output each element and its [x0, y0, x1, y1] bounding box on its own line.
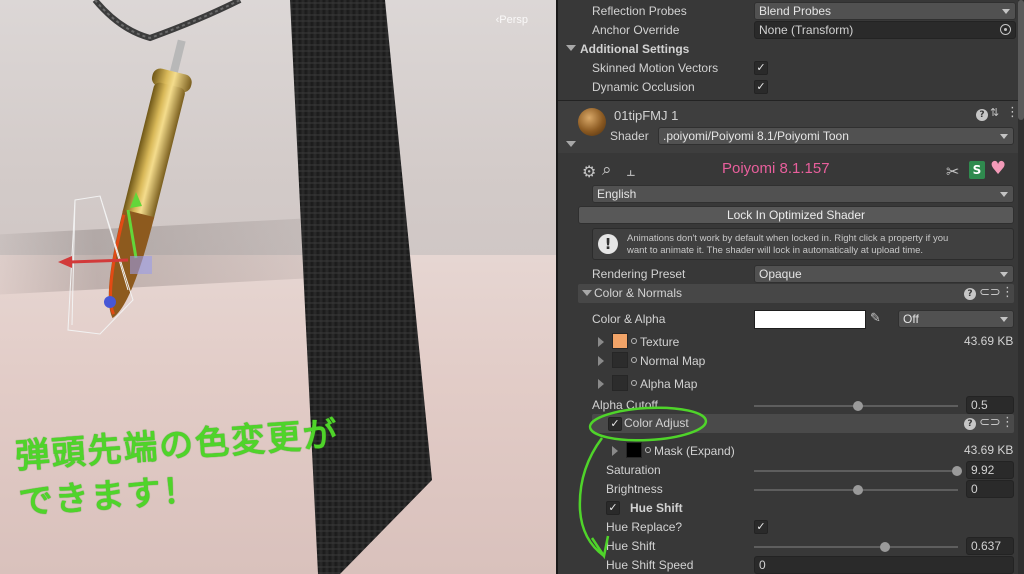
persp-label[interactable]: ‹Persp: [496, 14, 528, 26]
scene-view[interactable]: ‹Persp 弾頭先端の色変更が できます！: [0, 0, 556, 574]
annotation-overlay: [578, 406, 708, 560]
bullet-model: [108, 39, 192, 319]
